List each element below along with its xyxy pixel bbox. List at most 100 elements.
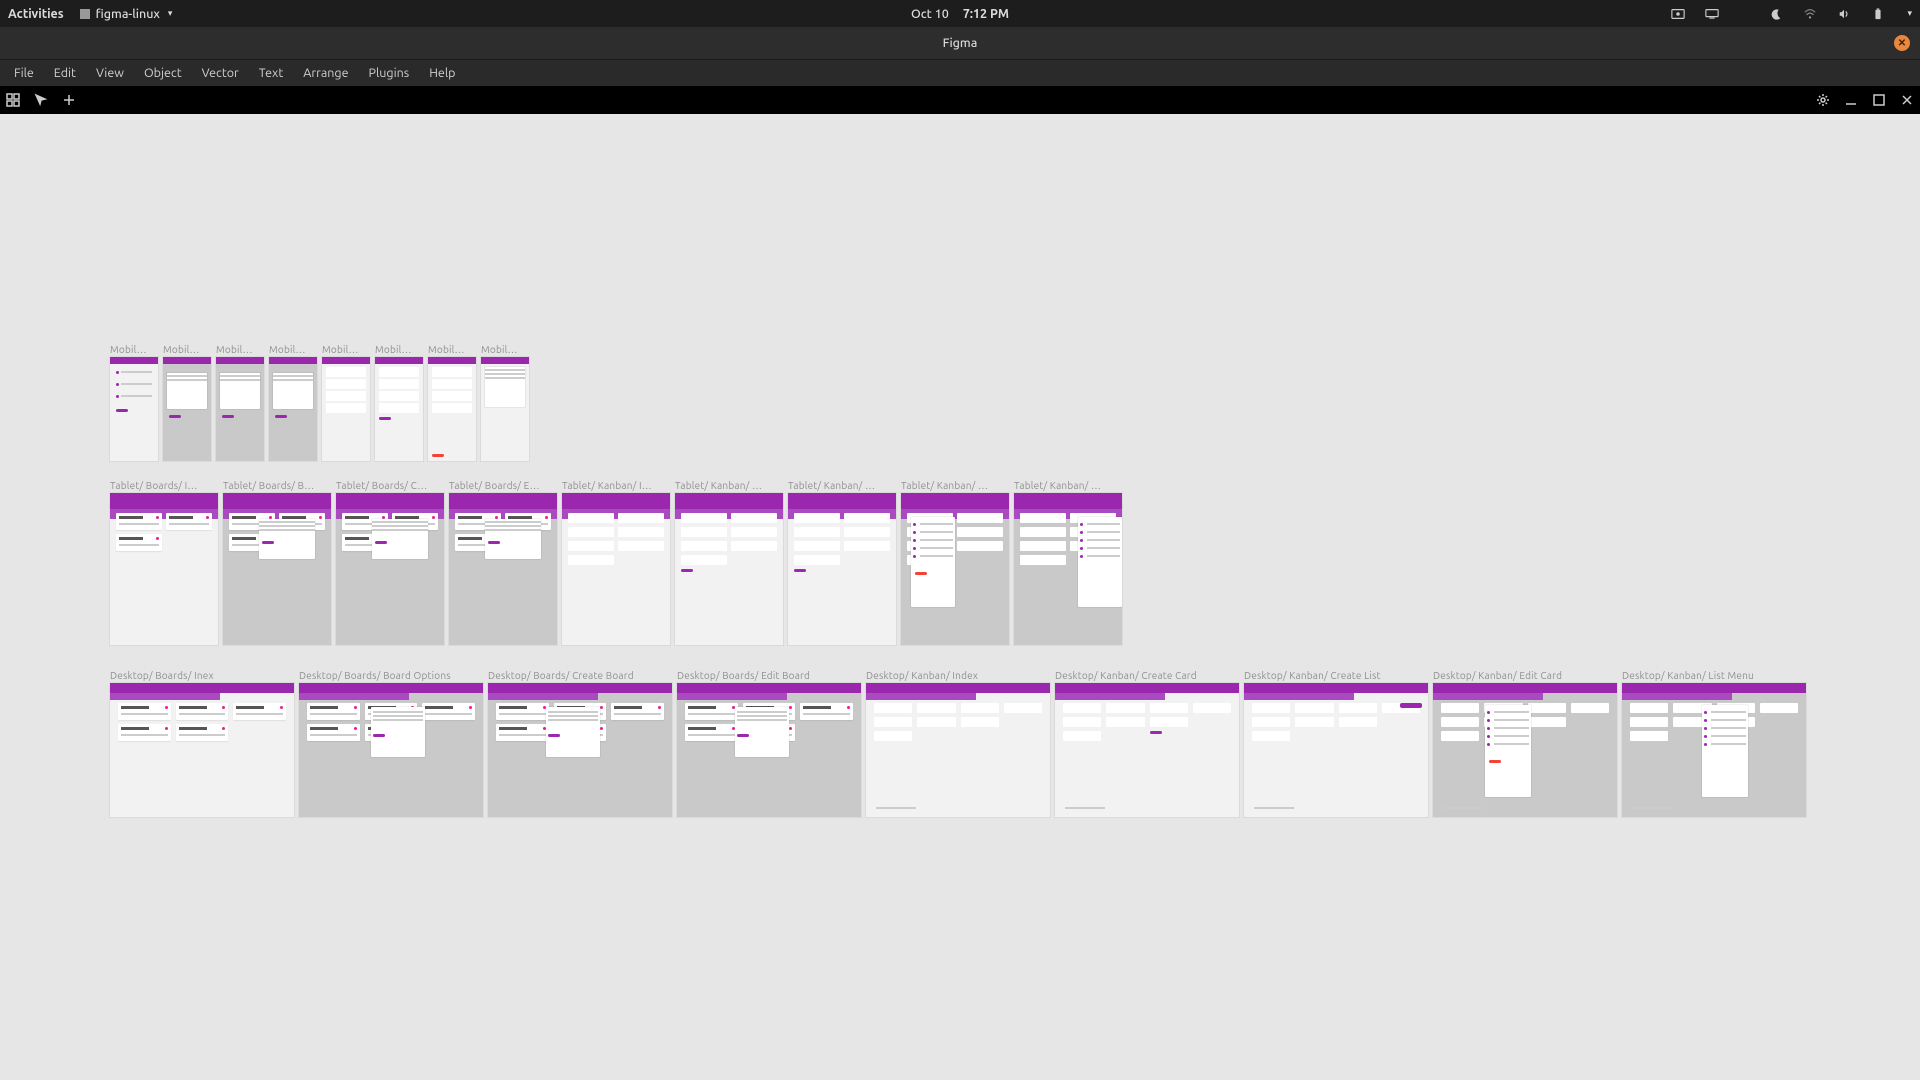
frame[interactable]: Tablet/ Boards/ E… [449, 480, 557, 645]
app-menu[interactable]: figma-linux ▾ [80, 7, 173, 21]
network-icon[interactable] [1803, 8, 1817, 20]
frame-label[interactable]: Desktop/ Boards/ Board Options [299, 670, 483, 681]
frame[interactable]: Mobil… [375, 344, 423, 461]
frame[interactable]: Desktop/ Kanban/ List Menu [1622, 670, 1806, 817]
frame[interactable]: Mobil… [216, 344, 264, 461]
frame-thumbnail[interactable] [901, 493, 1009, 645]
minimize-icon[interactable] [1844, 93, 1858, 107]
menu-text[interactable]: Text [251, 64, 291, 82]
frame-label[interactable]: Desktop/ Boards/ Create Board [488, 670, 672, 681]
frame-thumbnail[interactable] [562, 493, 670, 645]
menu-vector[interactable]: Vector [194, 64, 247, 82]
frame-thumbnail[interactable] [322, 357, 370, 461]
frame-thumbnail[interactable] [675, 493, 783, 645]
frame-thumbnail[interactable] [428, 357, 476, 461]
frame[interactable]: Desktop/ Boards/ Inex [110, 670, 294, 817]
menu-file[interactable]: File [6, 64, 42, 82]
clock[interactable]: Oct 10 7:12 PM [911, 7, 1009, 21]
system-menu-chevron-icon[interactable]: ▾ [1907, 8, 1912, 19]
frame[interactable]: Tablet/ Boards/ B… [223, 480, 331, 645]
frame[interactable]: Tablet/ Kanban/ I… [562, 480, 670, 645]
frame-label[interactable]: Desktop/ Boards/ Inex [110, 670, 294, 681]
frame-thumbnail[interactable] [375, 357, 423, 461]
frame-thumbnail[interactable] [1014, 493, 1122, 645]
frame-thumbnail[interactable] [336, 493, 444, 645]
frame[interactable]: Tablet/ Kanban/ … [675, 480, 783, 645]
volume-icon[interactable] [1837, 8, 1851, 20]
frame[interactable]: Mobil… [481, 344, 529, 461]
frame-thumbnail[interactable] [677, 683, 861, 817]
frame-label[interactable]: Tablet/ Boards/ B… [223, 480, 331, 491]
frame[interactable]: Mobil… [163, 344, 211, 461]
frame[interactable]: Tablet/ Boards/ C… [336, 480, 444, 645]
menu-plugins[interactable]: Plugins [361, 64, 418, 82]
frame-label[interactable]: Desktop/ Kanban/ Create List [1244, 670, 1428, 681]
frame-label[interactable]: Mobil… [375, 344, 423, 355]
frame-label[interactable]: Mobil… [481, 344, 529, 355]
night-light-icon[interactable] [1769, 8, 1783, 20]
home-grid-icon[interactable] [6, 93, 20, 107]
maximize-icon[interactable] [1872, 93, 1886, 107]
frame[interactable]: Desktop/ Boards/ Edit Board [677, 670, 861, 817]
frame-label[interactable]: Tablet/ Kanban/ … [675, 480, 783, 491]
frame[interactable]: Tablet/ Kanban/ … [788, 480, 896, 645]
frame-thumbnail[interactable] [1244, 683, 1428, 817]
frame-thumbnail[interactable] [216, 357, 264, 461]
frame[interactable]: Mobil… [269, 344, 317, 461]
menu-view[interactable]: View [88, 64, 132, 82]
frame[interactable]: Tablet/ Boards/ I… [110, 480, 218, 645]
frame[interactable]: Desktop/ Kanban/ Create List [1244, 670, 1428, 817]
frame-thumbnail[interactable] [163, 357, 211, 461]
frame-thumbnail[interactable] [110, 357, 158, 461]
settings-gear-icon[interactable] [1816, 93, 1830, 107]
frame-label[interactable]: Desktop/ Kanban/ List Menu [1622, 670, 1806, 681]
frame-label[interactable]: Mobil… [110, 344, 158, 355]
frame[interactable]: Desktop/ Kanban/ Index [866, 670, 1050, 817]
screencast-icon[interactable] [1671, 8, 1685, 20]
frame-label[interactable]: Tablet/ Boards/ I… [110, 480, 218, 491]
display-icon[interactable] [1705, 8, 1719, 20]
frame-label[interactable]: Desktop/ Kanban/ Index [866, 670, 1050, 681]
activities-button[interactable]: Activities [8, 7, 64, 21]
frame-label[interactable]: Tablet/ Kanban/ … [1014, 480, 1122, 491]
frame-label[interactable]: Desktop/ Kanban/ Edit Card [1433, 670, 1617, 681]
frame-label[interactable]: Mobil… [163, 344, 211, 355]
frame-label[interactable]: Mobil… [322, 344, 370, 355]
frame-label[interactable]: Mobil… [428, 344, 476, 355]
add-tab-icon[interactable] [62, 93, 76, 107]
close-icon[interactable] [1900, 93, 1914, 107]
frame-label[interactable]: Mobil… [216, 344, 264, 355]
frame-label[interactable]: Desktop/ Kanban/ Create Card [1055, 670, 1239, 681]
frame[interactable]: Tablet/ Kanban/ … [901, 480, 1009, 645]
frame-thumbnail[interactable] [110, 493, 218, 645]
frame-label[interactable]: Mobil… [269, 344, 317, 355]
frame-label[interactable]: Desktop/ Boards/ Edit Board [677, 670, 861, 681]
frame[interactable]: Tablet/ Kanban/ … [1014, 480, 1122, 645]
menu-help[interactable]: Help [421, 64, 463, 82]
frame-thumbnail[interactable] [449, 493, 557, 645]
frame[interactable]: Desktop/ Boards/ Create Board [488, 670, 672, 817]
frame-thumbnail[interactable] [481, 357, 529, 461]
frame-label[interactable]: Tablet/ Boards/ E… [449, 480, 557, 491]
figma-canvas[interactable]: Mobil… Mobil… Mobil… Mobil… Mobil… Mobil… Mobi… [0, 114, 1920, 1080]
frame[interactable]: Mobil… [110, 344, 158, 461]
battery-icon[interactable] [1871, 8, 1885, 20]
frame-thumbnail[interactable] [488, 683, 672, 817]
frame-label[interactable]: Tablet/ Boards/ C… [336, 480, 444, 491]
frame[interactable]: Mobil… [428, 344, 476, 461]
frame-thumbnail[interactable] [1433, 683, 1617, 817]
move-tool-icon[interactable] [34, 93, 48, 107]
frame-label[interactable]: Tablet/ Kanban/ … [788, 480, 896, 491]
frame-thumbnail[interactable] [1055, 683, 1239, 817]
frame[interactable]: Desktop/ Kanban/ Create Card [1055, 670, 1239, 817]
frame[interactable]: Desktop/ Kanban/ Edit Card [1433, 670, 1617, 817]
frame-thumbnail[interactable] [866, 683, 1050, 817]
menu-object[interactable]: Object [136, 64, 190, 82]
menu-arrange[interactable]: Arrange [295, 64, 356, 82]
frame-thumbnail[interactable] [110, 683, 294, 817]
frame-thumbnail[interactable] [788, 493, 896, 645]
frame-thumbnail[interactable] [299, 683, 483, 817]
window-close-button[interactable]: ✕ [1894, 35, 1910, 51]
frame-label[interactable]: Tablet/ Kanban/ … [901, 480, 1009, 491]
frame-label[interactable]: Tablet/ Kanban/ I… [562, 480, 670, 491]
